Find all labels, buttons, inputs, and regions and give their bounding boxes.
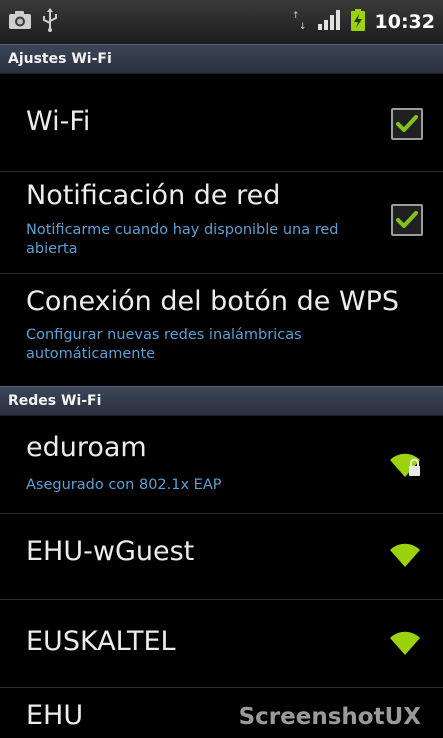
network-notification-label: Notificación de red [26, 180, 281, 211]
svg-text:↑: ↑ [292, 11, 300, 21]
signal-icon [317, 10, 341, 34]
wifi-toggle-label: Wi-Fi [26, 106, 91, 137]
wps-label: Conexión del botón de WPS [26, 286, 400, 317]
network-security: Asegurado con 802.1x EAP [26, 477, 222, 493]
network-item-ehu[interactable]: EHU ScreenshotUX [0, 688, 443, 738]
status-clock: 10:32 [374, 11, 435, 33]
wifi-locked-signal-icon [390, 453, 420, 477]
watermark: ScreenshotUX [238, 704, 421, 730]
checkmark-icon [396, 115, 418, 132]
network-ssid: eduroam [26, 432, 147, 463]
data-transfer-icon: ↑ ↓ [291, 9, 307, 35]
network-notification-checkbox[interactable] [391, 204, 423, 236]
network-ssid: EHU [26, 700, 84, 731]
wps-description: Configurar nuevas redes inalámbricas aut… [26, 327, 302, 362]
wifi-toggle-row[interactable]: Wi-Fi [0, 74, 443, 172]
wifi-settings-header: Ajustes Wi-Fi [0, 44, 443, 74]
wifi-checkbox[interactable] [391, 108, 423, 140]
wifi-signal-icon [390, 543, 420, 567]
status-bar: ↑ ↓ 10:32 [0, 0, 443, 44]
wps-row[interactable]: Conexión del botón de WPS Configurar nue… [0, 274, 443, 386]
network-notification-description: Notificarme cuando hay disponible una re… [26, 222, 339, 257]
network-notification-row[interactable]: Notificación de red Notificarme cuando h… [0, 172, 443, 274]
checkmark-icon [396, 211, 418, 228]
usb-icon [42, 8, 58, 36]
network-ssid: EUSKALTEL [26, 626, 176, 657]
svg-text:↓: ↓ [299, 22, 307, 31]
network-ssid: EHU-wGuest [26, 536, 195, 567]
battery-icon [350, 9, 365, 35]
wifi-networks-header: Redes Wi-Fi [0, 386, 443, 416]
network-item-euskaltel[interactable]: EUSKALTEL [0, 600, 443, 688]
network-item-ehu-wguest[interactable]: EHU-wGuest [0, 514, 443, 600]
network-item-eduroam[interactable]: eduroam Asegurado con 802.1x EAP [0, 416, 443, 514]
gallery-icon [8, 10, 32, 34]
wifi-signal-icon [390, 631, 420, 655]
